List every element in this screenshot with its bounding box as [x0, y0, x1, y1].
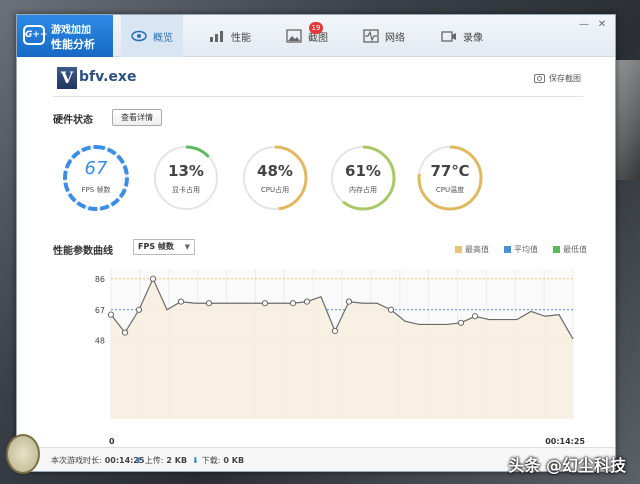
image-icon — [286, 29, 302, 43]
chevron-down-icon: ▼ — [184, 243, 190, 251]
data-point — [107, 311, 115, 318]
performance-curve-title: 性能参数曲线 — [53, 246, 113, 257]
fps-line-chart: 86 67 48 0 00:14:25 — [95, 269, 585, 446]
gauge-label: 显卡占用 — [172, 186, 200, 194]
legend-swatch — [504, 246, 511, 253]
data-point — [261, 300, 269, 307]
tab-label: 网络 — [385, 32, 405, 44]
close-button[interactable]: ✕ — [595, 19, 609, 31]
gauge-4: 77℃ CPU温度 — [415, 143, 485, 213]
logo-title: 游戏加加 — [51, 25, 91, 36]
app-window: G++ 游戏加加 性能分析 概览 性能 截图 19 网络 录像 — ✕ V bf… — [16, 14, 616, 472]
eye-icon — [131, 30, 147, 42]
legend-label: 平均值 — [514, 245, 538, 254]
camera-icon — [534, 74, 545, 83]
data-point — [457, 319, 465, 326]
screenshot-count-badge: 19 — [309, 22, 323, 34]
legend-label: 最高值 — [465, 245, 489, 254]
gauge-value: 48% — [257, 162, 293, 180]
download-value: 0 KB — [223, 456, 245, 465]
data-point — [471, 313, 479, 320]
logo-mark: G++ — [23, 25, 47, 45]
download-stat: ⬇ 下载: 0 KB — [192, 455, 244, 466]
divider — [53, 96, 583, 97]
tab-label: 性能 — [231, 32, 251, 44]
legend-min: 最低值 — [553, 244, 587, 255]
gauge-3: 61% 内存占用 — [328, 143, 398, 213]
gauge-0: 67 FPS 帧数 — [61, 143, 131, 213]
gauge-label: CPU占用 — [260, 186, 290, 194]
gauge-label: CPU温度 — [435, 186, 465, 194]
gauge-label: FPS 帧数 — [81, 186, 111, 194]
legend-swatch — [455, 246, 462, 253]
gauge-value: 77℃ — [430, 162, 470, 180]
gauge-value: 61% — [345, 162, 381, 180]
download-label: 下载: — [201, 456, 221, 465]
view-details-button[interactable]: 查看详情 — [112, 109, 162, 126]
tab-overview[interactable]: 概览 — [121, 15, 183, 57]
data-point — [135, 306, 143, 313]
gauge-value: 13% — [168, 162, 204, 180]
gauge-2: 48% CPU占用 — [240, 143, 310, 213]
tab-performance[interactable]: 性能 — [199, 15, 261, 57]
legend-swatch — [553, 246, 560, 253]
data-point — [303, 298, 311, 305]
session-duration: 本次游戏时长: 00:14:25 — [51, 455, 145, 466]
y-tick-label: 48 — [95, 337, 105, 346]
bar-chart-icon — [210, 31, 223, 42]
download-arrow-icon: ⬇ — [192, 456, 199, 465]
gauge-value: 67 — [84, 158, 108, 179]
y-tick-label: 67 — [95, 306, 105, 315]
pulse-icon — [363, 29, 379, 43]
tab-network[interactable]: 网络 — [353, 15, 415, 57]
metric-select[interactable]: FPS 帧数 ▼ — [133, 239, 195, 255]
data-point — [149, 275, 157, 282]
tab-label: 录像 — [463, 32, 483, 44]
upload-stat: ⬆ 上传: 2 KB — [135, 455, 187, 466]
minimize-button[interactable]: — — [577, 19, 591, 31]
data-point — [205, 300, 213, 307]
y-tick-label: 86 — [95, 275, 105, 284]
save-screenshot-label: 保存截图 — [549, 74, 581, 83]
x-end-label: 00:14:25 — [545, 437, 585, 446]
data-point — [331, 327, 339, 335]
data-point — [121, 329, 129, 336]
tab-screenshots[interactable]: 截图 19 — [276, 15, 338, 57]
app-logo: G++ 游戏加加 性能分析 — [17, 15, 113, 57]
process-name: bfv.exe — [79, 69, 137, 85]
metric-select-value: FPS 帧数 — [138, 242, 174, 251]
tab-label: 概览 — [153, 32, 173, 44]
tab-recording[interactable]: 录像 — [431, 15, 493, 57]
data-point — [289, 300, 297, 307]
data-point — [345, 298, 353, 305]
watermark-text: 头条 @幻尘科技 — [508, 456, 626, 475]
x-start-label: 0 — [109, 437, 115, 446]
upload-label: 上传: — [144, 456, 164, 465]
process-icon: V — [57, 67, 77, 89]
seal-stamp — [6, 434, 40, 474]
hardware-status-title: 硬件状态 — [53, 115, 93, 126]
logo-subtitle: 性能分析 — [51, 38, 95, 51]
data-point — [177, 298, 185, 305]
video-icon — [441, 31, 456, 42]
legend-max: 最高值 — [455, 244, 489, 255]
save-screenshot-button[interactable]: 保存截图 — [534, 73, 581, 84]
upload-value: 2 KB — [166, 456, 188, 465]
data-point — [387, 306, 395, 313]
legend-label: 最低值 — [563, 245, 587, 254]
gauge-1: 13% 显卡占用 — [151, 143, 221, 213]
duration-label: 本次游戏时长: — [51, 456, 102, 465]
legend-avg: 平均值 — [504, 244, 538, 255]
gauge-label: 内存占用 — [349, 186, 377, 194]
title-bar: G++ 游戏加加 性能分析 概览 性能 截图 19 网络 录像 — ✕ — [17, 15, 615, 57]
upload-arrow-icon: ⬆ — [135, 456, 142, 465]
